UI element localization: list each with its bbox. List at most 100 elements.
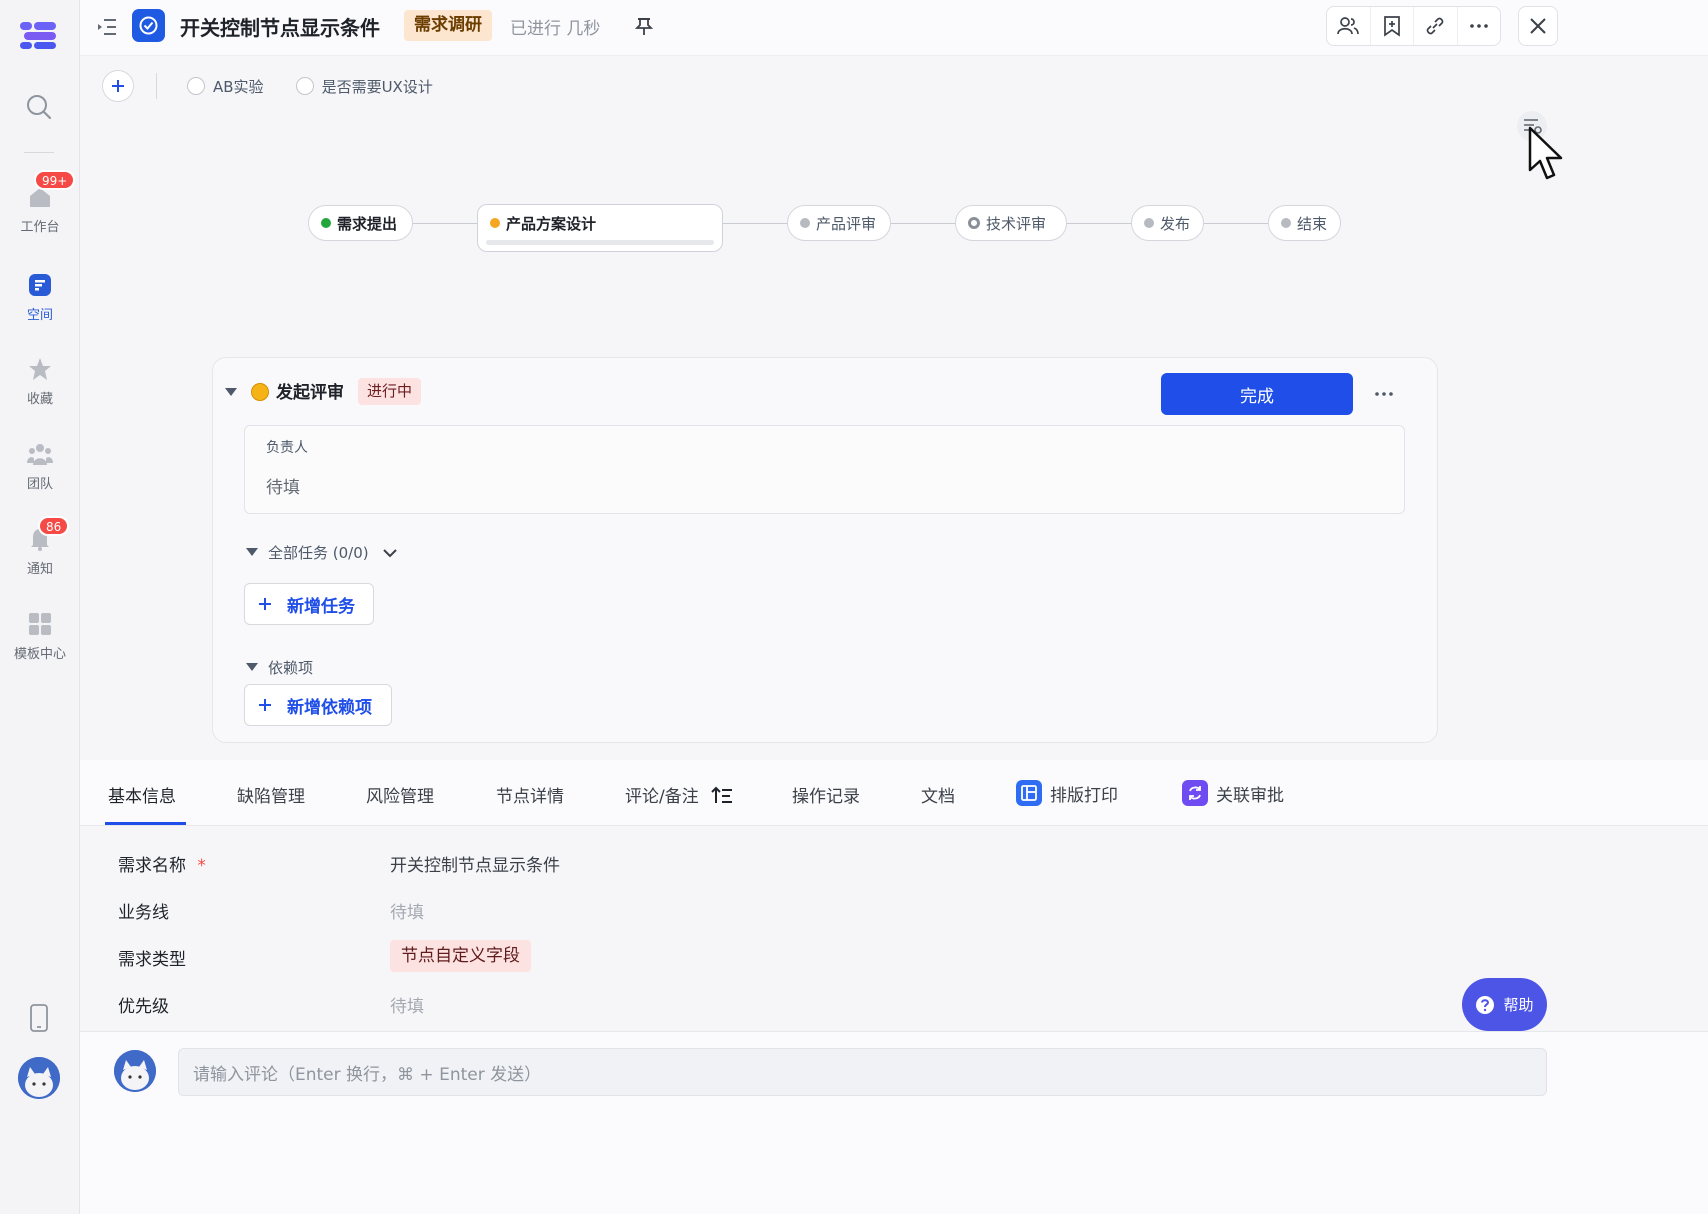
sidebar-item-label: 收藏 xyxy=(26,392,53,407)
state-badge: 进行中 xyxy=(358,378,422,405)
sidebar-item-team[interactable]: 团队 xyxy=(0,441,80,492)
add-task-button[interactable]: 新增任务 xyxy=(244,583,374,625)
flow-node-release[interactable]: 发布 xyxy=(1131,205,1204,241)
sidebar-divider xyxy=(24,152,54,153)
tab-comments[interactable]: 评论/备注 xyxy=(625,782,733,807)
flow-connector xyxy=(412,223,478,224)
field-value-name[interactable]: 开关控制节点显示条件 xyxy=(390,851,560,876)
copy-link-button[interactable] xyxy=(1414,7,1458,45)
search-icon[interactable] xyxy=(24,92,54,122)
flow-node-end[interactable]: 结束 xyxy=(1268,205,1341,241)
tab-basic-info[interactable]: 基本信息 xyxy=(108,782,176,807)
sidebar-item-favorites[interactable]: 收藏 xyxy=(0,356,80,407)
tab-label: 节点详情 xyxy=(496,787,564,807)
required-mark: * xyxy=(197,856,206,876)
app-logo-icon[interactable] xyxy=(20,20,60,50)
user-avatar[interactable] xyxy=(18,1057,60,1099)
owner-value: 待填 xyxy=(266,478,300,498)
tab-risks[interactable]: 风险管理 xyxy=(366,782,434,807)
collapse-sidebar-icon[interactable] xyxy=(96,16,118,38)
status-badge[interactable]: 需求调研 xyxy=(404,10,492,41)
tab-activity-log[interactable]: 操作记录 xyxy=(792,782,860,807)
add-task-label: 新增任务 xyxy=(287,596,355,617)
sidebar-item-space[interactable]: 空间 xyxy=(0,272,80,323)
comment-input[interactable]: 请输入评论（Enter 换行，⌘ + Enter 发送） xyxy=(178,1048,1547,1096)
owner-field[interactable] xyxy=(244,425,1405,514)
mobile-icon[interactable] xyxy=(28,1004,50,1032)
page-title: 开关控制节点显示条件 xyxy=(180,16,380,40)
star-icon xyxy=(29,358,51,380)
members-button[interactable] xyxy=(1327,7,1371,45)
dependencies-label: 依赖项 xyxy=(268,659,314,677)
flow-node-product-review[interactable]: 产品评审 xyxy=(787,205,891,241)
field-label-text: 需求名称 xyxy=(118,856,186,876)
tasks-label: 全部任务 (0/0) xyxy=(268,544,369,562)
tab-label: 风险管理 xyxy=(366,787,434,807)
field-value-business-line[interactable]: 待填 xyxy=(390,898,424,923)
flow-node-label: 需求提出 xyxy=(337,214,398,233)
sidebar-item-label: 工作台 xyxy=(20,220,60,235)
collapse-caret-icon[interactable] xyxy=(224,386,238,398)
status-dot xyxy=(1144,218,1154,228)
field-value-type[interactable]: 节点自定义字段 xyxy=(390,940,531,972)
progress-bar xyxy=(486,240,714,245)
sort-icon[interactable] xyxy=(711,785,733,805)
flow-node-tech-review[interactable]: 技术评审 xyxy=(955,205,1067,241)
flow-connector xyxy=(1203,223,1269,224)
bookmark-button[interactable] xyxy=(1371,7,1414,45)
sidebar-item-workbench[interactable]: 工作台 xyxy=(0,184,80,235)
ux-design-radio[interactable] xyxy=(295,77,314,95)
add-dependency-label: 新增依赖项 xyxy=(287,697,372,718)
complete-button[interactable]: 完成 xyxy=(1161,373,1353,415)
more-icon[interactable] xyxy=(1373,385,1395,403)
option-row: AB实验 是否需要UX设计 xyxy=(102,70,433,102)
collapse-caret-icon[interactable] xyxy=(245,546,259,558)
tab-label: 文档 xyxy=(921,787,955,807)
mouse-cursor-icon xyxy=(1528,126,1563,180)
flow-connector xyxy=(1066,223,1132,224)
field-value-priority[interactable]: 待填 xyxy=(390,992,424,1017)
help-button[interactable]: 帮助 xyxy=(1462,978,1547,1031)
tab-label: 关联审批 xyxy=(1216,785,1284,806)
more-button[interactable] xyxy=(1458,7,1501,45)
commenter-avatar xyxy=(114,1050,156,1092)
plus-icon xyxy=(259,699,271,711)
link-icon xyxy=(1426,17,1444,35)
tab-documents[interactable]: 文档 xyxy=(921,782,955,807)
status-dot xyxy=(968,217,980,229)
flow-node-product-design[interactable]: 产品方案设计 xyxy=(477,204,723,252)
add-dependency-button[interactable]: 新增依赖项 xyxy=(244,684,392,726)
flow-node-label: 技术评审 xyxy=(986,214,1047,233)
tab-label: 缺陷管理 xyxy=(237,787,305,807)
owner-label: 负责人 xyxy=(266,440,308,456)
status-dot xyxy=(800,218,810,228)
tab-print-layout[interactable]: 排版打印 xyxy=(1016,780,1118,806)
field-label-business-line: 业务线 xyxy=(118,903,169,923)
flow-node-label: 结束 xyxy=(1297,214,1328,233)
flow-connector xyxy=(722,223,788,224)
tab-linked-approval[interactable]: 关联审批 xyxy=(1182,780,1284,806)
close-icon xyxy=(1530,18,1546,34)
tab-node-details[interactable]: 节点详情 xyxy=(496,782,564,807)
ab-test-radio[interactable] xyxy=(187,77,205,95)
flow-node-proposal[interactable]: 需求提出 xyxy=(308,205,413,241)
collapse-caret-icon[interactable] xyxy=(245,661,259,673)
sidebar-item-label: 模板中心 xyxy=(13,647,66,662)
members-icon xyxy=(1337,17,1360,35)
tab-label: 排版打印 xyxy=(1050,785,1118,806)
chevron-down-icon[interactable] xyxy=(382,546,398,560)
sidebar-item-label: 团队 xyxy=(26,477,53,492)
requirement-type-icon xyxy=(132,9,165,42)
field-label-name: 需求名称 * xyxy=(118,851,206,876)
tab-defects[interactable]: 缺陷管理 xyxy=(237,782,305,807)
status-dot xyxy=(490,218,500,228)
pin-icon[interactable] xyxy=(634,16,654,36)
flow-connector xyxy=(890,223,956,224)
help-label: 帮助 xyxy=(1503,996,1534,1014)
add-field-button[interactable] xyxy=(102,70,134,102)
header-toolbar xyxy=(1326,6,1501,46)
sidebar: 工作台 99+ 空间 收藏 团队 通知 86 模板中心 xyxy=(0,0,80,1214)
sidebar-item-notifications[interactable]: 通知 xyxy=(0,526,80,577)
close-button[interactable] xyxy=(1518,6,1558,46)
sidebar-item-templates[interactable]: 模板中心 xyxy=(0,611,80,662)
